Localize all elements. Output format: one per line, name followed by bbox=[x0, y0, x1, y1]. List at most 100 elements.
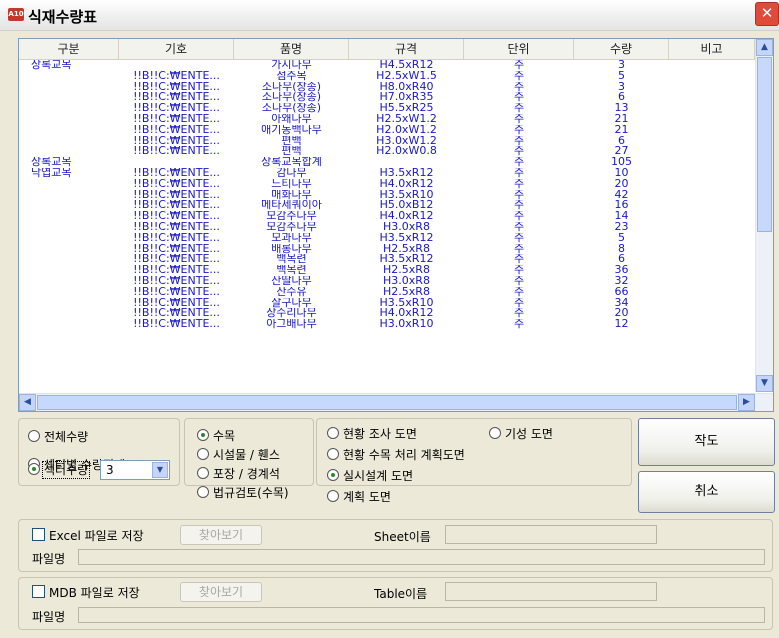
vertical-scrollbar[interactable]: ▲ ▼ bbox=[755, 39, 773, 392]
cell-unit: 주 bbox=[513, 167, 525, 179]
excel-browse-button[interactable]: 찾아보기 bbox=[180, 525, 262, 545]
table-row[interactable]: !!B!!C:₩ENTE... 아그배나무 H3.0xR10 주 12 bbox=[19, 319, 755, 330]
table-row[interactable]: !!B!!C:₩ENTE... 소나무(장송) H8.0xR40 주 3 bbox=[19, 82, 755, 93]
cell-spec: H2.5xR8 bbox=[383, 286, 430, 298]
table-row[interactable]: !!B!!C:₩ENTE... 매화나무 H3.5xR10 주 42 bbox=[19, 190, 755, 201]
table-row[interactable]: !!B!!C:₩ENTE... 아왜나무 H2.5xW1.2 주 21 bbox=[19, 114, 755, 125]
table-row[interactable]: !!B!!C:₩ENTE... 백목련 H3.5xR12 주 6 bbox=[19, 254, 755, 265]
table-row[interactable]: !!B!!C:₩ENTE... 상수리나무 H4.0xR12 주 20 bbox=[19, 308, 755, 319]
existing-drawing-radio[interactable]: 기성 도면 bbox=[489, 426, 553, 442]
cell-symbol: !!B!!C:₩ENTE... bbox=[133, 81, 220, 93]
sector-count-select[interactable]: 3 ▼ bbox=[100, 460, 170, 480]
table-row[interactable]: 상록교목 상록교목합계 주 105 bbox=[19, 157, 755, 168]
table-row[interactable]: !!B!!C:₩ENTE... 소나무(장송) H7.0xR35 주 6 bbox=[19, 92, 755, 103]
col-header-spec[interactable]: 규격 bbox=[349, 39, 464, 59]
cell-category bbox=[31, 319, 119, 330]
col-header-qty[interactable]: 수량 bbox=[574, 39, 669, 59]
mdb-save-checkbox[interactable]: MDB 파일로 저장 bbox=[32, 585, 140, 601]
scroll-up-icon[interactable]: ▲ bbox=[756, 39, 773, 56]
cell-symbol: !!B!!C:₩ENTE... bbox=[133, 200, 220, 212]
radio-checked-icon bbox=[28, 463, 40, 475]
table-row[interactable]: 낙엽교목 !!B!!C:₩ENTE... 감나무 H3.5xR12 주 10 bbox=[19, 168, 755, 179]
table-row[interactable]: !!B!!C:₩ENTE... 섬주목 H2.5xW1.5 주 5 bbox=[19, 71, 755, 82]
table-row[interactable]: !!B!!C:₩ENTE... 살구나무 H3.5xR10 주 34 bbox=[19, 298, 755, 309]
tree-radio[interactable]: 수목 bbox=[197, 428, 235, 444]
table-row[interactable]: !!B!!C:₩ENTE... 모과나무 H3.5xR12 주 5 bbox=[19, 233, 755, 244]
table-row[interactable]: !!B!!C:₩ENTE... 편백 H2.0xW0.8 주 27 bbox=[19, 146, 755, 157]
cell-symbol: !!B!!C:₩ENTE... bbox=[133, 221, 220, 233]
col-header-category[interactable]: 구분 bbox=[19, 39, 119, 59]
table-row[interactable]: !!B!!C:₩ENTE... 산딸나무 H3.0xR8 주 32 bbox=[19, 276, 755, 287]
cell-category bbox=[31, 244, 119, 255]
cell-symbol: !!B!!C:₩ENTE... bbox=[133, 103, 220, 114]
cell-name: 상록교목합계 bbox=[261, 157, 322, 168]
cell-name: 애기동백나무 bbox=[261, 124, 322, 136]
col-header-note[interactable]: 비고 bbox=[669, 39, 755, 59]
cell-category bbox=[31, 103, 119, 114]
horizontal-scroll-thumb[interactable] bbox=[37, 395, 737, 410]
table-name-field[interactable] bbox=[445, 582, 657, 601]
quantity-grid[interactable]: 구분 기호 품명 규격 단위 수량 비고 상록교목 가시나무 H4.5xR12 주 3!… bbox=[18, 38, 774, 412]
sheet-name-field[interactable] bbox=[445, 525, 657, 544]
survey-drawing-radio[interactable]: 현황 조사 도면 bbox=[327, 426, 417, 442]
table-row[interactable]: !!B!!C:₩ENTE... 메타세쿼이아 H5.0xB12 주 16 bbox=[19, 200, 755, 211]
table-row[interactable]: !!B!!C:₩ENTE... 모감주나무 H4.0xR12 주 14 bbox=[19, 211, 755, 222]
cell-category bbox=[31, 146, 119, 157]
cell-qty: 6 bbox=[618, 92, 625, 104]
cell-name: 편백 bbox=[281, 146, 302, 158]
legal-review-radio[interactable]: 법규검토(수목) bbox=[197, 485, 289, 501]
draw-button[interactable]: 작도 bbox=[638, 418, 775, 466]
cell-category bbox=[31, 276, 119, 287]
grid-rows: 상록교목 가시나무 H4.5xR12 주 3 !!B!!C:₩ENTE... 섬주목 H2.5… bbox=[19, 60, 755, 330]
col-header-name[interactable]: 품명 bbox=[234, 39, 349, 59]
cell-unit: 주 bbox=[513, 286, 525, 298]
cell-symbol: !!B!!C:₩ENTE... bbox=[133, 124, 220, 136]
cell-name: 느티나무 bbox=[271, 178, 312, 190]
cell-name: 백목련 bbox=[276, 265, 307, 276]
cell-spec: H3.5xR10 bbox=[379, 297, 434, 309]
table-row[interactable]: !!B!!C:₩ENTE... 애기동백나무 H2.0xW1.2 주 21 bbox=[19, 125, 755, 136]
table-row[interactable]: !!B!!C:₩ENTE... 백목련 H2.5xR8 주 36 bbox=[19, 265, 755, 276]
cell-spec: H2.0xW1.2 bbox=[376, 124, 437, 136]
cell-name: 소나무(장송) bbox=[261, 81, 322, 93]
facility-radio[interactable]: 시설물 / 휀스 bbox=[197, 447, 280, 463]
quantity-table-dialog: A10 식재수량표 ✕ 구분 기호 품명 규격 단위 수량 비고 상록교목 가시나… bbox=[0, 0, 779, 638]
table-row[interactable]: 상록교목 가시나무 H4.5xR12 주 3 bbox=[19, 60, 755, 71]
grid-header: 구분 기호 품명 규격 단위 수량 비고 bbox=[19, 39, 755, 60]
table-row[interactable]: !!B!!C:₩ENTE... 모감주나무 H3.0xR8 주 23 bbox=[19, 222, 755, 233]
col-header-unit[interactable]: 단위 bbox=[464, 39, 574, 59]
scroll-right-icon[interactable]: ▶ bbox=[738, 394, 755, 411]
tree-plan-drawing-radio[interactable]: 현황 수목 처리 계획도면 bbox=[327, 447, 465, 463]
cell-unit: 주 bbox=[513, 319, 525, 330]
cell-unit: 주 bbox=[513, 189, 525, 201]
table-row[interactable]: !!B!!C:₩ENTE... 소나무(장송) H5.5xR25 주 13 bbox=[19, 103, 755, 114]
table-row[interactable]: !!B!!C:₩ENTE... 배롱나무 H2.5xR8 주 8 bbox=[19, 244, 755, 255]
detail-design-radio[interactable]: 실시설계 도면 bbox=[327, 468, 413, 484]
chevron-down-icon[interactable]: ▼ bbox=[152, 462, 168, 478]
table-row[interactable]: !!B!!C:₩ENTE... 느티나무 H4.0xR12 주 20 bbox=[19, 179, 755, 190]
mdb-filename-field[interactable] bbox=[78, 607, 765, 623]
cell-qty: 3 bbox=[618, 60, 625, 71]
scroll-down-icon[interactable]: ▼ bbox=[756, 375, 773, 392]
radio-checked-icon bbox=[327, 469, 339, 481]
horizontal-scrollbar[interactable]: ◀ ▶ bbox=[19, 393, 773, 411]
vertical-scroll-thumb[interactable] bbox=[757, 57, 772, 232]
table-row[interactable]: !!B!!C:₩ENTE... 편백 H3.0xW1.2 주 6 bbox=[19, 136, 755, 147]
excel-save-checkbox[interactable]: Excel 파일로 저장 bbox=[32, 528, 144, 544]
cell-unit: 주 bbox=[513, 157, 525, 168]
sector-qty-option[interactable]: 섹터수량 bbox=[28, 461, 91, 479]
excel-filename-field[interactable] bbox=[78, 549, 765, 565]
plan-drawing-radio[interactable]: 계획 도면 bbox=[327, 489, 391, 505]
mdb-browse-button[interactable]: 찾아보기 bbox=[180, 582, 262, 602]
cell-name: 편백 bbox=[281, 135, 302, 147]
col-header-symbol[interactable]: 기호 bbox=[119, 39, 234, 59]
cell-unit: 주 bbox=[513, 200, 525, 212]
paving-radio[interactable]: 포장 / 경계석 bbox=[197, 466, 280, 482]
cancel-button[interactable]: 취소 bbox=[638, 471, 775, 513]
cell-category bbox=[31, 82, 119, 93]
table-row[interactable]: !!B!!C:₩ENTE... 산수유 H2.5xR8 주 66 bbox=[19, 287, 755, 298]
close-button[interactable]: ✕ bbox=[755, 2, 779, 26]
total-qty-radio[interactable]: 전체수량 bbox=[28, 429, 88, 445]
scroll-left-icon[interactable]: ◀ bbox=[19, 394, 36, 411]
cell-spec: H3.5xR12 bbox=[379, 254, 434, 266]
